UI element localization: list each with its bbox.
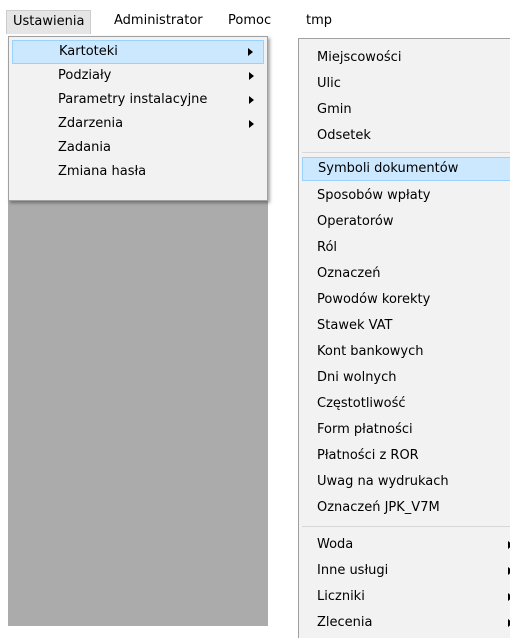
menu-item-label: Częstotliwość bbox=[317, 396, 406, 411]
menu-item-label: Ulic bbox=[317, 76, 341, 91]
menu-item-zadania[interactable]: Zadania bbox=[12, 136, 264, 160]
menu-item-label: Kont bankowych bbox=[317, 344, 424, 359]
menu-item-inne-uslugi[interactable]: Inne usługi bbox=[302, 559, 510, 583]
menu-bar: Ustawienia Administrator Pomoc tmp bbox=[0, 0, 510, 38]
menu-item-label: Powodów korekty bbox=[317, 292, 431, 307]
menu-item-label: Sposobów wpłaty bbox=[317, 188, 431, 203]
menu-item-czestotliwosc[interactable]: Częstotliwość bbox=[302, 392, 510, 416]
menu-item-label: Uwag na wydrukach bbox=[317, 474, 449, 489]
menu-separator bbox=[302, 526, 510, 527]
menu-item-label: Kartoteki bbox=[59, 44, 118, 59]
submenu-kartoteki: Miejscowości Ulic Gmin Odsetek Symboli d… bbox=[298, 38, 510, 638]
menu-pomoc[interactable]: Pomoc bbox=[222, 10, 277, 34]
menu-item-label: Oznaczeń JPK_V7M bbox=[317, 500, 440, 515]
menu-item-label: Podziały bbox=[58, 68, 112, 83]
menu-item-symboli-dokumentow[interactable]: Symboli dokumentów bbox=[302, 157, 510, 181]
menu-item-label: Odsetek bbox=[317, 128, 371, 143]
menu-item-gmin[interactable]: Gmin bbox=[302, 98, 510, 122]
submenu-arrow-icon bbox=[249, 120, 254, 128]
menu-item-dni-wolnych[interactable]: Dni wolnych bbox=[302, 366, 510, 390]
menu-item-zlecenia[interactable]: Zlecenia bbox=[302, 611, 510, 635]
menu-item-powodow-korekty[interactable]: Powodów korekty bbox=[302, 288, 510, 312]
menu-item-label: Parametry instalacyjne bbox=[58, 92, 208, 107]
menu-item-operatorow[interactable]: Operatorów bbox=[302, 210, 510, 234]
submenu-arrow-icon bbox=[249, 96, 254, 104]
menu-item-label: Zadania bbox=[58, 140, 111, 155]
menu-item-form-platnosci[interactable]: Form płatności bbox=[302, 418, 510, 442]
menu-item-rol[interactable]: Ról bbox=[302, 236, 510, 260]
menu-item-platnosci-z-ror[interactable]: Płatności z ROR bbox=[302, 444, 510, 468]
dropdown-ustawienia: Kartoteki Podziały Parametry instalacyjn… bbox=[8, 36, 268, 201]
menu-item-woda[interactable]: Woda bbox=[302, 533, 510, 557]
menu-item-label: Operatorów bbox=[317, 214, 394, 229]
menu-ustawienia[interactable]: Ustawienia bbox=[6, 10, 92, 34]
menu-item-odsetek[interactable]: Odsetek bbox=[302, 124, 510, 148]
menu-item-zmiana-hasla[interactable]: Zmiana hasła bbox=[12, 160, 264, 184]
menu-item-label: Liczniki bbox=[317, 589, 365, 604]
menu-item-zdarzenia[interactable]: Zdarzenia bbox=[12, 112, 264, 136]
menu-separator bbox=[302, 152, 510, 153]
submenu-arrow-icon bbox=[248, 48, 253, 56]
menu-item-parametry-instalacyjne[interactable]: Parametry instalacyjne bbox=[12, 88, 264, 112]
menu-item-label: Gmin bbox=[317, 102, 352, 117]
menu-item-ulic[interactable]: Ulic bbox=[302, 72, 510, 96]
menu-administrator[interactable]: Administrator bbox=[108, 10, 209, 34]
app-background-strip bbox=[268, 38, 298, 626]
menu-item-label: Form płatności bbox=[317, 422, 413, 437]
menu-item-label: Inne usługi bbox=[317, 563, 389, 578]
menu-item-sposobow-wplaty[interactable]: Sposobów wpłaty bbox=[302, 184, 510, 208]
menu-item-oznaczen-jpk-v7m[interactable]: Oznaczeń JPK_V7M bbox=[302, 496, 510, 520]
menu-item-label: Symboli dokumentów bbox=[318, 161, 459, 176]
menu-item-kont-bankowych[interactable]: Kont bankowych bbox=[302, 340, 510, 364]
menu-item-stawek-vat[interactable]: Stawek VAT bbox=[302, 314, 510, 338]
menu-item-oznaczen[interactable]: Oznaczeń bbox=[302, 262, 510, 286]
menu-item-label: Stawek VAT bbox=[317, 318, 393, 333]
menu-item-label: Ról bbox=[317, 240, 338, 255]
menu-item-label: Dni wolnych bbox=[317, 370, 397, 385]
menu-item-liczniki[interactable]: Liczniki bbox=[302, 585, 510, 609]
menu-tmp[interactable]: tmp bbox=[300, 10, 338, 34]
menu-item-label: Miejscowości bbox=[317, 50, 402, 65]
menu-item-label: Zdarzenia bbox=[58, 116, 124, 131]
menu-item-miejscowosci[interactable]: Miejscowości bbox=[302, 46, 510, 70]
menu-item-kartoteki[interactable]: Kartoteki bbox=[12, 40, 264, 64]
menu-item-podzialy[interactable]: Podziały bbox=[12, 64, 264, 88]
submenu-arrow-icon bbox=[249, 72, 254, 80]
menu-item-label: Oznaczeń bbox=[317, 266, 381, 281]
menu-item-label: Zmiana hasła bbox=[58, 164, 147, 179]
menu-item-label: Zlecenia bbox=[317, 615, 373, 630]
menu-item-uwag-na-wydrukach[interactable]: Uwag na wydrukach bbox=[302, 470, 510, 494]
menu-item-label: Woda bbox=[317, 537, 354, 552]
menu-item-label: Płatności z ROR bbox=[317, 448, 419, 463]
